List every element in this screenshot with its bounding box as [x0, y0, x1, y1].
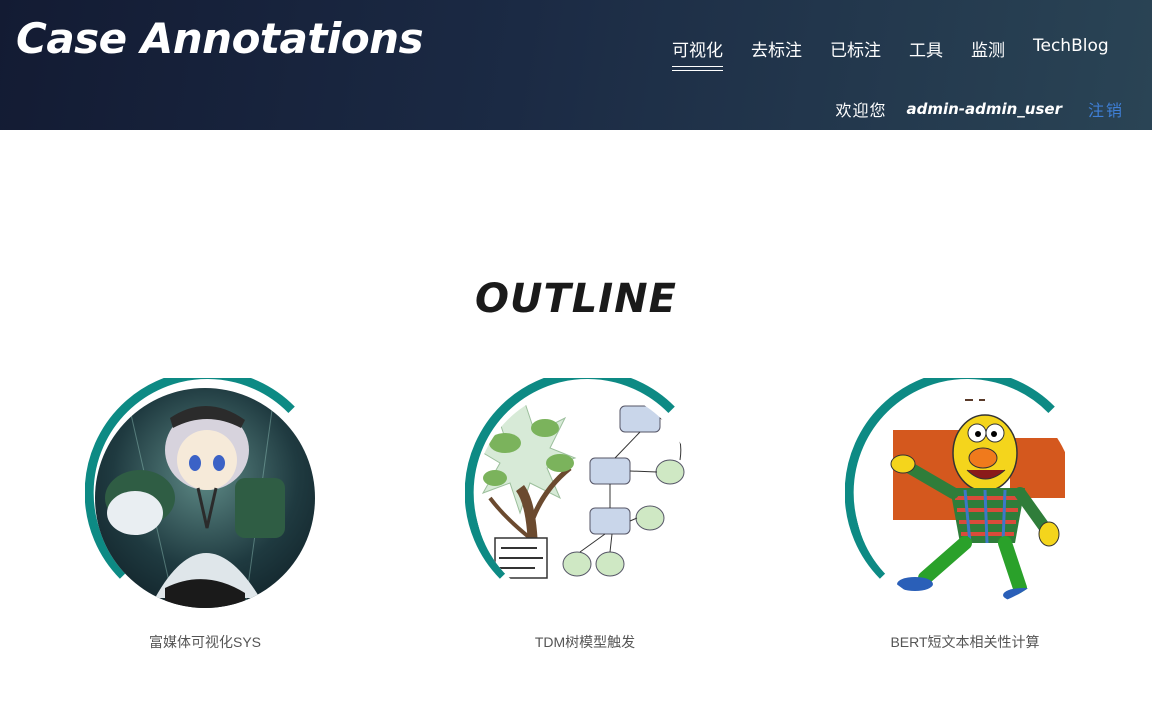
bert-character-image[interactable]: [855, 388, 1075, 608]
welcome-text: 欢迎您: [835, 101, 887, 120]
brand-logo-text[interactable]: Case Annotations: [16, 14, 424, 63]
outline-card-rich-media[interactable]: 富媒体可视化SYS: [85, 378, 325, 658]
anime-character-image[interactable]: [95, 388, 315, 608]
nav-item-annotated[interactable]: 已标注: [830, 36, 881, 71]
outline-card-bert[interactable]: BERT短文本相关性计算: [845, 378, 1085, 658]
main-nav: 可视化 去标注 已标注 工具 监测 TechBlog: [672, 36, 1137, 71]
section-title: OUTLINE: [475, 276, 677, 322]
card-caption[interactable]: BERT短文本相关性计算: [805, 632, 1125, 652]
username: admin-admin_user: [906, 100, 1062, 118]
nav-item-annotate[interactable]: 去标注: [751, 36, 802, 71]
nav-item-monitor[interactable]: 监测: [971, 36, 1005, 71]
top-header: Case Annotations 可视化 去标注 已标注 工具 监测 TechB…: [0, 0, 1152, 130]
outline-card-tdm-tree[interactable]: TDM树模型触发: [465, 378, 705, 658]
user-info: 欢迎您 admin-admin_user 注销: [835, 97, 1124, 121]
card-caption[interactable]: 富媒体可视化SYS: [45, 632, 365, 652]
decision-tree-image[interactable]: [475, 388, 695, 608]
logout-link[interactable]: 注销: [1088, 97, 1124, 121]
nav-item-visualization[interactable]: 可视化: [672, 36, 723, 71]
nav-item-techblog[interactable]: TechBlog: [1033, 36, 1109, 71]
card-caption[interactable]: TDM树模型触发: [425, 632, 745, 652]
nav-item-tools[interactable]: 工具: [909, 36, 943, 71]
